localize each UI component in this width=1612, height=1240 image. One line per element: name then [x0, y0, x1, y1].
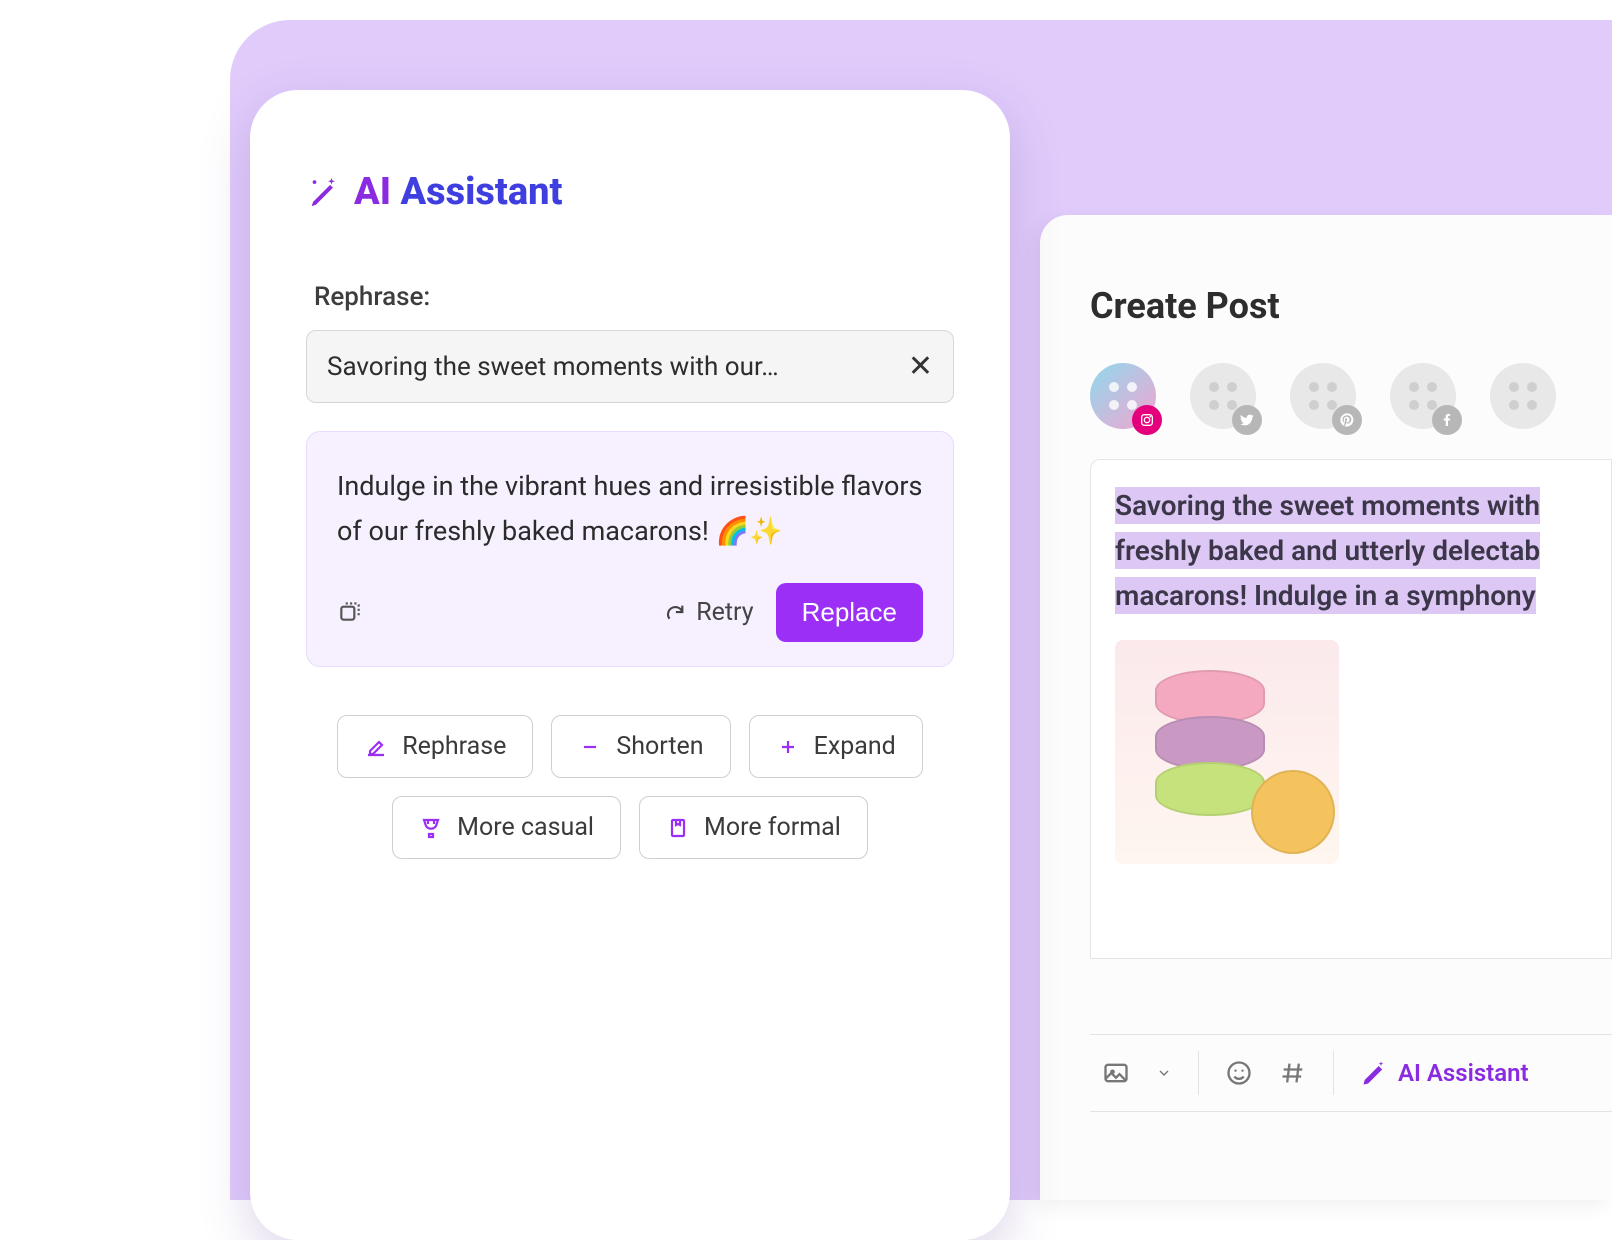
instagram-icon [1132, 405, 1162, 435]
magic-wand-icon [306, 175, 340, 209]
more-formal-pill-label: More formal [704, 813, 841, 842]
create-post-title: Create Post [1090, 285, 1612, 327]
post-image-thumbnail[interactable] [1115, 640, 1339, 864]
ai-title-part-2: Assistant [400, 170, 562, 214]
ai-assistant-panel: AI Assistant Rephrase: Savoring the swee… [250, 90, 1010, 1240]
expand-pill[interactable]: Expand [749, 715, 923, 778]
twitter-icon [1232, 405, 1262, 435]
account-facebook[interactable] [1390, 363, 1456, 429]
shorten-pill-label: Shorten [616, 732, 703, 761]
more-casual-pill[interactable]: More casual [392, 796, 621, 859]
account-twitter[interactable] [1190, 363, 1256, 429]
emoji-button[interactable] [1225, 1059, 1253, 1087]
caption-selected-text: Savoring the sweet moments with freshly … [1115, 487, 1540, 614]
account-instagram[interactable] [1090, 363, 1156, 429]
result-text: Indulge in the vibrant hues and irresist… [337, 464, 923, 553]
replace-button[interactable]: Replace [776, 583, 923, 642]
ai-assistant-toolbar-label: AI Assistant [1398, 1059, 1529, 1087]
rephrase-label: Rephrase: [314, 282, 954, 312]
action-pills-row: Rephrase Shorten Expand More casual More… [306, 715, 954, 859]
pinterest-icon [1332, 405, 1362, 435]
media-button[interactable] [1102, 1059, 1130, 1087]
result-box: Indulge in the vibrant hues and irresist… [306, 431, 954, 667]
post-caption-area[interactable]: Savoring the sweet moments with freshly … [1090, 459, 1612, 959]
rephrase-input-text: Savoring the sweet moments with our… [327, 352, 779, 382]
expand-pill-label: Expand [814, 732, 896, 761]
rephrase-pill[interactable]: Rephrase [337, 715, 533, 778]
ai-assistant-toolbar-button[interactable]: AI Assistant [1360, 1059, 1529, 1087]
clear-input-icon[interactable]: ✕ [908, 349, 933, 384]
account-pinterest[interactable] [1290, 363, 1356, 429]
hashtag-button[interactable] [1279, 1059, 1307, 1087]
more-casual-pill-label: More casual [457, 813, 594, 842]
media-dropdown[interactable] [1156, 1065, 1172, 1081]
account-selector-row [1090, 363, 1612, 429]
shorten-pill[interactable]: Shorten [551, 715, 730, 778]
rephrase-input[interactable]: Savoring the sweet moments with our… ✕ [306, 330, 954, 403]
more-formal-pill[interactable]: More formal [639, 796, 868, 859]
facebook-icon [1432, 405, 1462, 435]
copy-button[interactable] [337, 598, 363, 628]
ai-title-part-1: AI [354, 170, 400, 214]
ai-assistant-header: AI Assistant [306, 170, 954, 214]
account-extra[interactable] [1490, 363, 1556, 429]
retry-label: Retry [696, 598, 753, 627]
create-post-panel: Create Post [1040, 215, 1612, 1200]
post-editor-toolbar: AI Assistant [1090, 1034, 1612, 1112]
retry-button[interactable]: Retry [664, 598, 753, 627]
rephrase-pill-label: Rephrase [402, 732, 506, 761]
